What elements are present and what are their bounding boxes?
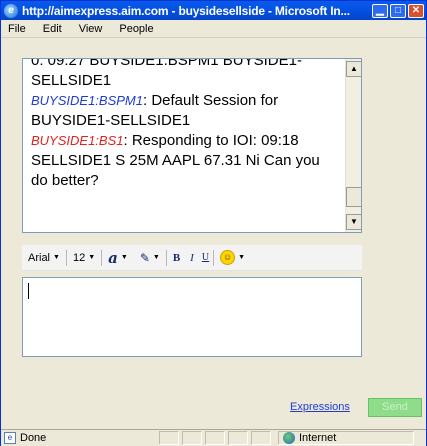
scroll-up-button[interactable]: ▲ — [346, 61, 361, 77]
status-pane — [182, 431, 202, 445]
chat-message: BUYSIDE1:BSPM1: Default Session for BUYS… — [31, 92, 279, 129]
send-button[interactable]: Send — [368, 398, 422, 417]
status-done: e Done — [1, 432, 159, 444]
menu-file[interactable]: File — [1, 23, 36, 35]
text-color-icon: a — [108, 248, 118, 267]
highlighter-icon: ✎ — [139, 250, 150, 265]
browser-window: e http://aimexpress.aim.com - buysidesel… — [0, 0, 427, 446]
window-controls: ▁ □ ✕ — [372, 3, 424, 18]
chevron-down-icon: ▼ — [238, 254, 245, 261]
bold-button[interactable]: B — [167, 252, 186, 264]
chevron-down-icon: ▼ — [120, 254, 128, 261]
window-title: http://aimexpress.aim.com - buysidesells… — [22, 3, 350, 18]
chat-message: BUYSIDE1:BS1: Responding to IOI: 09:18 S… — [31, 132, 320, 189]
chevron-down-icon: ▼ — [152, 254, 160, 261]
security-zone: Internet — [278, 431, 414, 445]
history-scrollbar[interactable]: ▲ ▼ — [345, 59, 361, 232]
chat-history-content: 0: 09:27 BUYSIDE1.BSPM1 BUYSIDE1- SELLSI… — [31, 58, 337, 191]
text-color-button[interactable]: a ▼ — [102, 249, 134, 267]
message-sender: BUYSIDE1:BSPM1 — [31, 93, 143, 108]
scroll-thumb[interactable] — [346, 187, 361, 207]
status-pane — [159, 431, 179, 445]
menu-view[interactable]: View — [72, 23, 113, 35]
formatting-toolbar: Arial ▼ 12 ▼ a ▼ ✎ ▼ B I U ☺ ▼ — [22, 245, 362, 271]
globe-icon — [283, 432, 295, 444]
menu-people[interactable]: People — [112, 23, 163, 35]
chat-history[interactable]: 0: 09:27 BUYSIDE1.BSPM1 BUYSIDE1- SELLSI… — [22, 58, 362, 233]
status-pane — [205, 431, 225, 445]
emoticon-button[interactable]: ☺ ▼ — [214, 250, 251, 265]
scroll-down-button[interactable]: ▼ — [346, 214, 361, 230]
font-dropdown[interactable]: Arial ▼ — [22, 252, 66, 264]
menu-edit[interactable]: Edit — [36, 23, 72, 35]
message-input[interactable] — [22, 277, 362, 357]
smiley-icon: ☺ — [220, 250, 236, 265]
menu-bar: File Edit View People — [1, 20, 426, 38]
zone-label: Internet — [299, 432, 337, 444]
highlight-color-button[interactable]: ✎ ▼ — [134, 251, 166, 265]
status-text: Done — [20, 432, 47, 444]
history-partial-line: 0: 09:27 BUYSIDE1.BSPM1 BUYSIDE1- — [31, 58, 302, 69]
font-size-dropdown[interactable]: 12 ▼ — [67, 252, 101, 264]
close-button[interactable]: ✕ — [408, 3, 424, 18]
font-value: Arial — [28, 251, 51, 264]
text-cursor — [28, 283, 29, 299]
italic-button[interactable]: I — [186, 252, 198, 264]
minimize-button[interactable]: ▁ — [372, 3, 388, 18]
internet-explorer-icon: e — [4, 3, 18, 18]
status-pane — [251, 431, 271, 445]
chevron-down-icon: ▼ — [88, 254, 96, 261]
font-size-value: 12 — [72, 251, 86, 264]
status-bar: e Done Internet — [1, 429, 426, 446]
page-icon: e — [4, 432, 16, 444]
message-sender: BUYSIDE1:BS1 — [31, 133, 124, 148]
maximize-button[interactable]: □ — [390, 3, 406, 18]
status-pane — [228, 431, 248, 445]
history-line: SELLSIDE1 — [31, 72, 112, 89]
underline-button[interactable]: U — [198, 252, 213, 263]
expressions-link[interactable]: Expressions — [290, 401, 350, 413]
title-bar[interactable]: e http://aimexpress.aim.com - buysidesel… — [1, 1, 426, 20]
chevron-down-icon: ▼ — [53, 254, 60, 261]
